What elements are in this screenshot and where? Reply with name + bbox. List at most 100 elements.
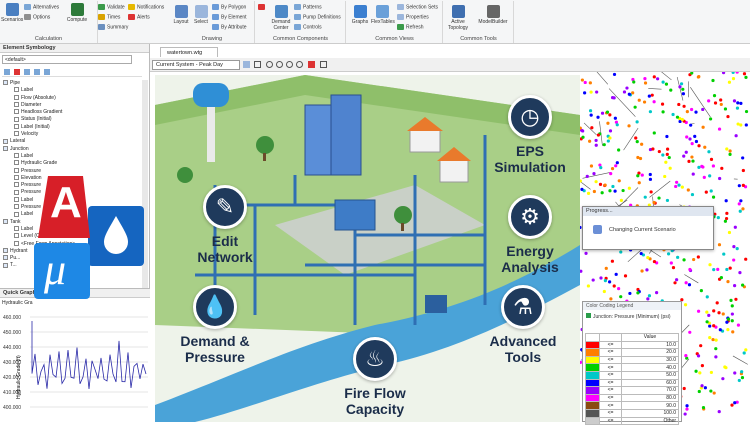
checkbox[interactable] — [14, 175, 19, 180]
flextables-button[interactable]: FlexTables — [371, 5, 393, 25]
move-up-icon[interactable] — [34, 69, 40, 75]
checkbox[interactable] — [14, 233, 19, 238]
scenarios-icon — [6, 3, 19, 16]
properties-icon — [397, 14, 404, 20]
legend-row: <=30.0 — [586, 356, 679, 364]
tree-item-label: Status (Initial) — [21, 116, 52, 122]
checkbox[interactable] — [14, 212, 19, 217]
new-icon[interactable] — [4, 69, 10, 75]
zoom-in-icon[interactable] — [266, 61, 273, 68]
alternatives-button[interactable]: Alternatives — [24, 4, 59, 10]
checkbox[interactable] — [3, 139, 8, 144]
tree-item[interactable]: Label — [0, 87, 140, 94]
checkbox[interactable] — [3, 146, 8, 151]
legend-row: <=80.0 — [586, 394, 679, 402]
tree-item[interactable]: Pipe — [0, 80, 140, 87]
checkbox[interactable] — [3, 219, 8, 224]
checkbox[interactable] — [14, 109, 19, 114]
tree-item[interactable]: Label (Initial) — [0, 124, 140, 131]
move-down-icon[interactable] — [44, 69, 50, 75]
scenario-manager-icon[interactable] — [243, 61, 250, 68]
ribbon-group-label: Common Views — [347, 36, 442, 42]
tree-item[interactable]: Junction — [0, 146, 140, 153]
properties-button[interactable]: Properties — [397, 14, 429, 20]
alerts-button[interactable]: Alerts — [128, 14, 150, 20]
controls-icon — [294, 24, 301, 30]
feature-line2: Tools — [478, 349, 568, 365]
tab-watertown[interactable]: watertown.wtg — [160, 47, 218, 57]
modelbuilder-icon — [487, 5, 500, 18]
refresh-button[interactable]: Refresh — [397, 24, 424, 30]
tree-item[interactable]: Hydraulic Grade — [0, 160, 140, 167]
zoom-window-icon[interactable] — [286, 61, 293, 68]
checkbox[interactable] — [14, 153, 19, 158]
checkbox[interactable] — [14, 197, 19, 202]
checkbox[interactable] — [14, 204, 19, 209]
patterns-button[interactable]: Patterns — [294, 4, 322, 10]
promo-illustration: ✎EditNetwork◷EPSSimulation⚙EnergyAnalysi… — [155, 75, 580, 422]
pan-icon[interactable] — [320, 61, 327, 68]
tree-item[interactable]: Status (Initial) — [0, 116, 140, 123]
delete-icon[interactable] — [14, 69, 20, 75]
select-button[interactable]: Select — [190, 5, 212, 25]
feature-line2: Capacity — [330, 401, 420, 417]
by-polygon-button[interactable]: By Polygon — [212, 4, 246, 10]
zoom-extents-icon[interactable] — [296, 61, 303, 68]
checkbox[interactable] — [14, 241, 19, 246]
ribbon-group-label: Common Tools — [444, 36, 513, 42]
graphs-button[interactable]: Graphs — [349, 5, 371, 25]
checkbox[interactable] — [14, 117, 19, 122]
validate-button[interactable]: Validate — [98, 4, 125, 10]
checkbox[interactable] — [3, 80, 8, 85]
feature-line1: Fire Flow — [330, 385, 420, 401]
checkbox[interactable] — [14, 131, 19, 136]
checkbox[interactable] — [14, 87, 19, 92]
active-topology-button[interactable]: Active Topology — [447, 5, 469, 31]
legend-swatch — [586, 364, 600, 372]
symbology-dropdown[interactable]: <default> — [2, 55, 132, 64]
checkbox[interactable] — [14, 160, 19, 165]
demand-center-button[interactable]: Demand Center — [270, 5, 292, 31]
drawing-toolbar: Current System - Peak Day — [150, 58, 750, 72]
legend-op: <= — [600, 394, 622, 402]
zoom-out-icon[interactable] — [276, 61, 283, 68]
by-attribute-button[interactable]: By Attribute — [212, 24, 247, 30]
layout-button[interactable]: Layout — [170, 5, 192, 25]
checkbox[interactable] — [3, 263, 8, 268]
notifications-button[interactable]: Notifications — [128, 4, 164, 10]
checkbox[interactable] — [14, 190, 19, 195]
pump-definitions-button[interactable]: Pump Definitions — [294, 14, 341, 20]
controls-button[interactable]: Controls — [294, 24, 322, 30]
summary-button[interactable]: Summary — [98, 24, 128, 30]
tree-item[interactable]: Lateral — [0, 138, 140, 145]
tree-item[interactable]: Label — [0, 153, 140, 160]
ribbon-group-drawing: Layout Select By Polygon By Element By A… — [170, 1, 255, 43]
tree-item[interactable]: Velocity — [0, 131, 140, 138]
edit-icon[interactable] — [24, 69, 30, 75]
delete-button[interactable] — [258, 4, 267, 10]
checkbox[interactable] — [3, 248, 8, 253]
checkbox[interactable] — [14, 102, 19, 107]
checkbox[interactable] — [14, 124, 19, 129]
tree-item[interactable]: Diameter — [0, 102, 140, 109]
tree-item-label: Label — [21, 87, 33, 93]
checkbox[interactable] — [14, 182, 19, 187]
scenarios-button[interactable]: Scenarios — [1, 3, 23, 23]
options-button[interactable]: Options — [24, 14, 50, 20]
tree-item[interactable]: Flow (Absolute) — [0, 95, 140, 102]
checkbox[interactable] — [14, 226, 19, 231]
modelbuilder-button[interactable]: ModelBuilder — [476, 5, 510, 25]
checkbox[interactable] — [3, 255, 8, 260]
tree-item-label: Velocity — [21, 131, 38, 137]
by-element-button[interactable]: By Element — [212, 14, 247, 20]
checkbox[interactable] — [14, 95, 19, 100]
select-tool-icon[interactable] — [254, 61, 261, 68]
selection-sets-button[interactable]: Selection Sets — [397, 4, 438, 10]
compute-button[interactable]: Compute — [66, 3, 88, 23]
zoom-previous-icon[interactable] — [308, 61, 315, 68]
checkbox[interactable] — [14, 168, 19, 173]
ribbon-group-label: Common Components — [256, 36, 345, 42]
times-button[interactable]: Times — [98, 14, 120, 20]
tree-item[interactable]: Headloss Gradient — [0, 109, 140, 116]
scenario-dropdown[interactable]: Current System - Peak Day — [152, 60, 240, 70]
